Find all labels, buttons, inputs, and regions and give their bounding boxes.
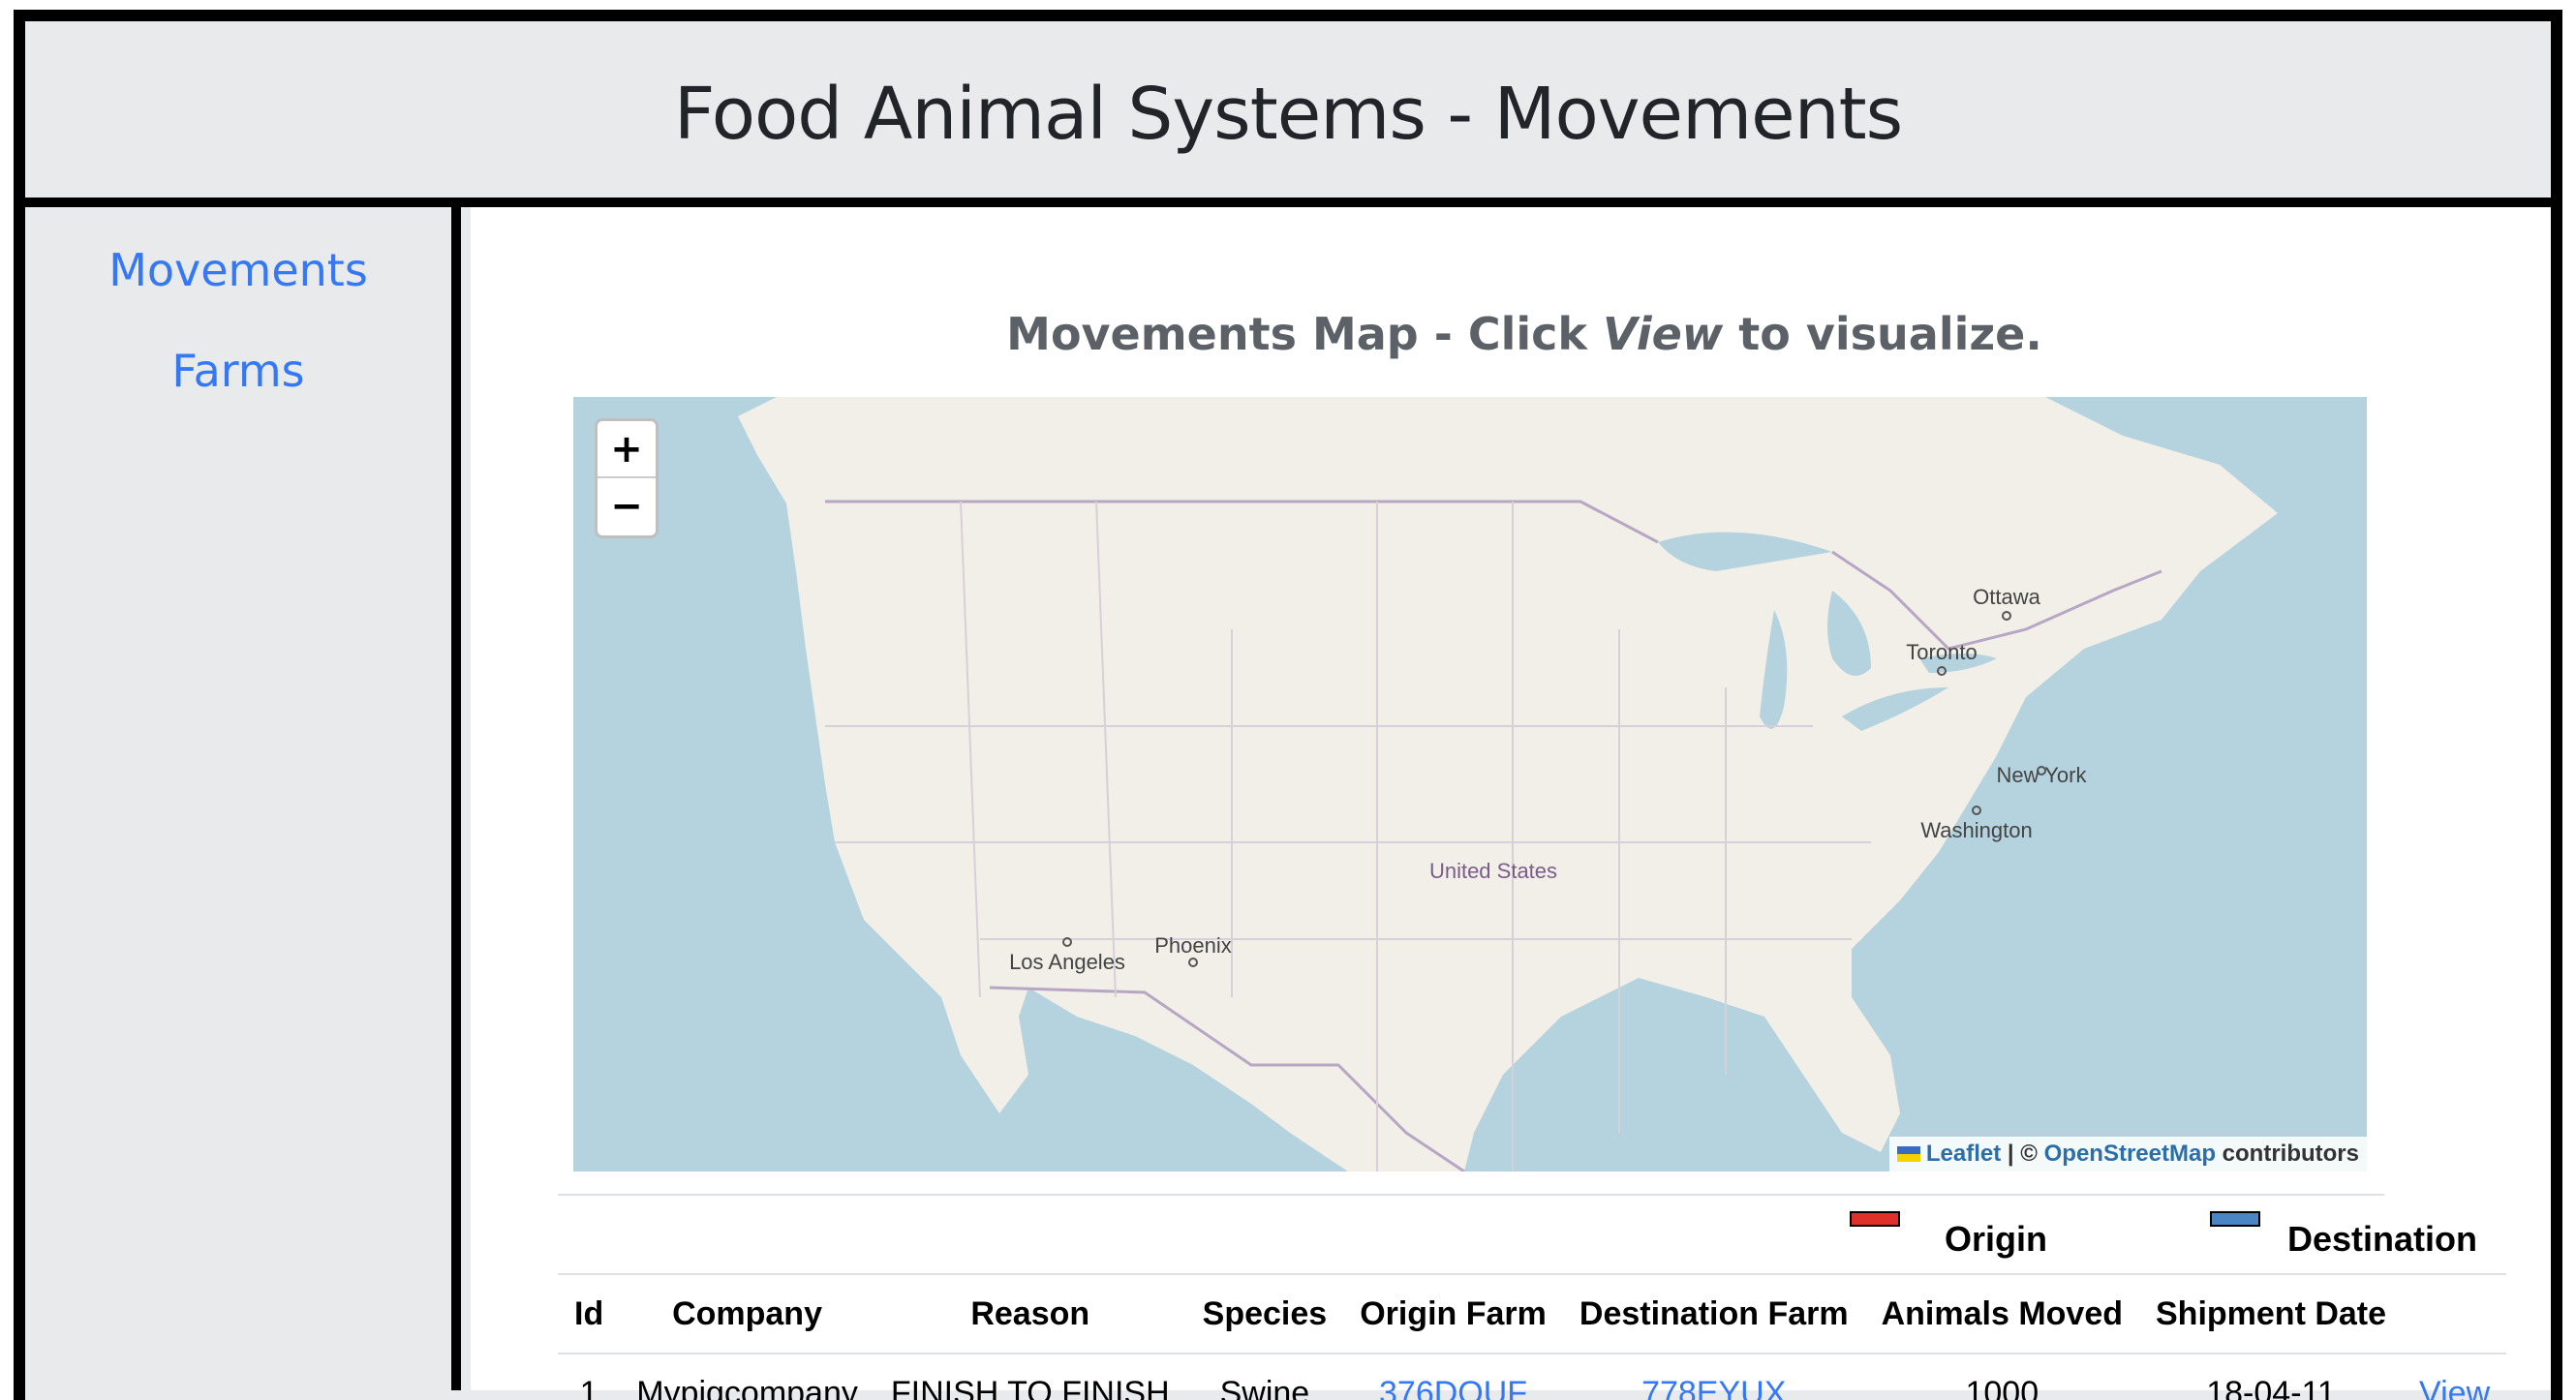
main-content: Movements Map - Click View to visualize. (471, 207, 2551, 1400)
label-los-angeles: Los Angeles (1009, 950, 1125, 974)
column-header-destination-farm: Destination Farm (1562, 1273, 1865, 1354)
page-header: Food Animal Systems - Movements (25, 21, 2551, 207)
sidebar: Movements Farms (25, 207, 461, 1390)
column-header-shipment-date: Shipment Date (2139, 1273, 2404, 1354)
destination-farm-link[interactable]: 778EYUX (1641, 1375, 1786, 1400)
column-header-species: Species (1185, 1273, 1344, 1354)
ukraine-flag-icon (1896, 1146, 1920, 1162)
map-attribution: Leaflet | © OpenStreetMap contributors (1888, 1137, 2367, 1172)
zoom-in-button[interactable]: + (598, 421, 656, 478)
cell-origin-farm: 376DQUF (1343, 1354, 1563, 1400)
movements-table: Id Company Reason Species Origin Farm De… (558, 1273, 2507, 1400)
map-title-prefix: Movements Map - Click (1006, 308, 1604, 360)
column-header-animals-moved: Animals Moved (1864, 1273, 2139, 1354)
label-new-york: New York (1997, 763, 2088, 787)
destination-swatch (2210, 1211, 2260, 1227)
leaflet-link[interactable]: Leaflet (1926, 1141, 2001, 1167)
attribution-separator: | © (2001, 1141, 2044, 1167)
movements-map[interactable]: Ottawa Toronto New York Washington Phoen… (573, 397, 2367, 1172)
label-ottawa: Ottawa (1973, 585, 2040, 609)
origin-swatch (1850, 1211, 1900, 1227)
legend-origin-label: Origin (1945, 1219, 2047, 1259)
label-phoenix: Phoenix (1154, 933, 1232, 958)
label-united-states: United States (1429, 859, 1557, 883)
page-title: Food Animal Systems - Movements (673, 73, 1903, 156)
column-header-origin-farm: Origin Farm (1343, 1273, 1563, 1354)
table-header-row: Id Company Reason Species Origin Farm De… (558, 1273, 2507, 1354)
app-frame: Food Animal Systems - Movements Movement… (14, 10, 2562, 1400)
view-movement-link[interactable]: View (2419, 1375, 2490, 1400)
map-legend: Origin Destination (558, 1194, 2477, 1271)
legend-destination-label: Destination (2287, 1219, 2478, 1259)
cell-action: View (2403, 1354, 2506, 1400)
sidebar-item-movements[interactable]: Movements (25, 244, 451, 296)
cell-id: 1 (579, 1375, 598, 1400)
origin-farm-link[interactable]: 376DQUF (1379, 1375, 1527, 1400)
cell-shipment-date: 18-04-11 (2206, 1375, 2336, 1400)
column-header-reason: Reason (874, 1273, 1186, 1354)
column-header-action (2403, 1273, 2507, 1354)
zoom-out-button[interactable]: − (598, 478, 656, 535)
map-title: Movements Map - Click View to visualize. (471, 308, 2576, 360)
label-toronto: Toronto (1906, 640, 1977, 664)
movements-table-container: Id Company Reason Species Origin Farm De… (558, 1273, 2541, 1400)
cell-company: Mypigcompany (636, 1375, 858, 1400)
map-title-emphasis: View (1603, 308, 1724, 360)
zoom-control: + − (595, 418, 659, 538)
cell-destination-farm: 778EYUX (1563, 1354, 1865, 1400)
map-tiles: Ottawa Toronto New York Washington Phoen… (738, 397, 2278, 1172)
map-title-suffix: to visualize. (1723, 308, 2042, 360)
cell-species: Swine (1219, 1375, 1310, 1400)
openstreetmap-link[interactable]: OpenStreetMap (2044, 1141, 2216, 1167)
cell-reason: FINISH TO FINISH (890, 1375, 1170, 1400)
column-header-id: Id (558, 1273, 621, 1354)
column-header-company: Company (620, 1273, 874, 1354)
label-washington: Washington (1920, 818, 2032, 842)
table-row: 1 Mypigcompany FINISH TO FINISH Swine 37… (558, 1354, 2506, 1400)
cell-animals-moved: 1000 (1965, 1375, 2039, 1400)
attribution-contributors: contributors (2216, 1141, 2359, 1167)
sidebar-item-farms[interactable]: Farms (25, 345, 451, 397)
